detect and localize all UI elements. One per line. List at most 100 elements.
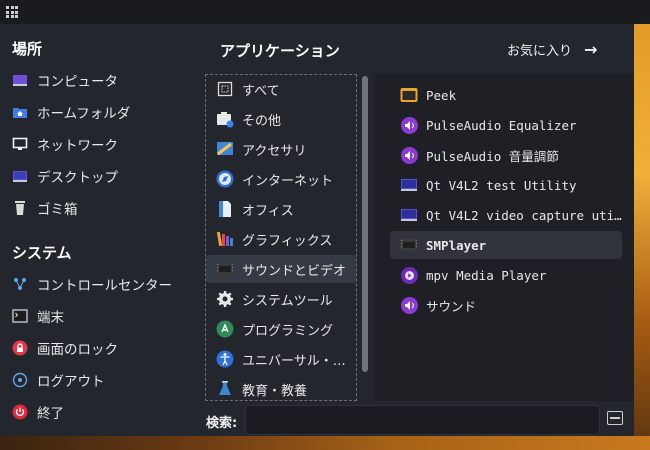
- app-menu-grid-icon[interactable]: [6, 6, 18, 18]
- system-item-label: 端末: [37, 310, 64, 326]
- system-item-terminal[interactable]: 端末: [12, 302, 192, 330]
- speaker-icon: [400, 146, 418, 164]
- app-item-smplayer[interactable]: SMPlayer: [390, 231, 622, 259]
- category-system-tools[interactable]: システムツール: [206, 285, 356, 313]
- place-item-label: ゴミ箱: [37, 202, 78, 218]
- category-universal-access[interactable]: ユニバーサル・…: [206, 345, 356, 373]
- place-item-desktop[interactable]: デスクトップ: [12, 162, 192, 190]
- category-label: すべて: [242, 83, 280, 99]
- system-item-label: コントロールセンター: [37, 278, 172, 294]
- all-icon: [216, 80, 234, 98]
- system-item-label: 終了: [37, 406, 64, 422]
- wallpaper-bottom-edge: [0, 436, 650, 450]
- category-label: グラフィックス: [242, 233, 333, 249]
- education-icon: [216, 380, 234, 398]
- terminal-icon: [12, 308, 28, 324]
- category-education[interactable]: 教育・教養: [206, 375, 356, 400]
- category-label: ユニバーサル・…: [242, 353, 346, 369]
- lock-icon: [12, 340, 28, 356]
- search-input[interactable]: [245, 405, 600, 435]
- app-item-pulseaudio-equalizer[interactable]: PulseAudio Equalizer: [390, 111, 622, 139]
- application-menu: 場所 コンピュータ ホームフォルダ ネットワーク デスクトップ ゴミ箱 システム: [0, 24, 634, 436]
- favorites-label: お気に入り: [507, 43, 573, 59]
- category-label: その他: [242, 113, 282, 129]
- accessibility-icon: [216, 350, 234, 368]
- system-title: システム: [12, 244, 72, 262]
- trash-icon: [12, 200, 28, 216]
- category-programming[interactable]: プログラミング: [206, 315, 356, 343]
- office-icon: [216, 200, 234, 218]
- system-item-shutdown[interactable]: 終了: [12, 398, 192, 426]
- programming-icon: [216, 320, 234, 338]
- accessories-icon: [216, 140, 234, 158]
- system-item-control-center[interactable]: コントロールセンター: [12, 270, 192, 298]
- favorites-button[interactable]: お気に入り →: [507, 39, 597, 59]
- app-item-pulseaudio-volume[interactable]: PulseAudio 音量調節: [390, 141, 622, 169]
- app-item-peek[interactable]: Peek: [390, 81, 622, 109]
- system-item-label: ログアウト: [37, 374, 105, 390]
- category-label: アクセサリ: [242, 143, 307, 159]
- monitor-icon: [400, 176, 418, 194]
- app-item-qt-v4l2-test[interactable]: Qt V4L2 test Utility: [390, 171, 622, 199]
- desktop-icon: [12, 168, 28, 184]
- category-label: システムツール: [242, 293, 333, 309]
- home-folder-icon: [12, 104, 28, 120]
- place-item-label: ネットワーク: [37, 138, 118, 154]
- top-panel: [0, 0, 650, 24]
- place-item-label: ホームフォルダ: [37, 106, 131, 122]
- category-other[interactable]: その他: [206, 105, 356, 133]
- film-icon: [400, 236, 418, 254]
- applications-title: アプリケーション: [220, 42, 340, 60]
- app-item-mpv[interactable]: mpv Media Player: [390, 261, 622, 289]
- app-item-label: mpv Media Player: [426, 267, 547, 283]
- category-graphics[interactable]: グラフィックス: [206, 225, 356, 253]
- app-item-label: Peek: [426, 87, 457, 103]
- app-item-label: PulseAudio 音量調節: [426, 148, 559, 164]
- app-item-qt-v4l2-capture[interactable]: Qt V4L2 video capture uti…: [390, 201, 622, 229]
- power-icon: [12, 404, 28, 420]
- graphics-icon: [216, 230, 234, 248]
- place-item-home[interactable]: ホームフォルダ: [12, 98, 192, 126]
- app-item-sound[interactable]: サウンド: [390, 291, 622, 319]
- speaker-icon: [400, 116, 418, 134]
- place-item-computer[interactable]: コンピュータ: [12, 66, 192, 94]
- category-label: サウンドとビデオ: [242, 263, 347, 279]
- system-item-lock-screen[interactable]: 画面のロック: [12, 334, 192, 362]
- category-all[interactable]: すべて: [206, 75, 356, 103]
- category-label: 教育・教養: [242, 383, 308, 399]
- computer-icon: [12, 72, 28, 88]
- category-label: オフィス: [242, 203, 294, 219]
- place-item-network[interactable]: ネットワーク: [12, 130, 192, 158]
- place-item-trash[interactable]: ゴミ箱: [12, 194, 192, 222]
- network-icon: [12, 136, 28, 152]
- app-item-label: SMPlayer: [426, 237, 487, 253]
- speaker-icon: [400, 296, 418, 314]
- control-center-icon: [12, 276, 28, 292]
- peek-icon: [400, 86, 418, 104]
- places-title: 場所: [12, 40, 43, 58]
- category-accessories[interactable]: アクセサリ: [206, 135, 356, 163]
- keyboard-icon[interactable]: [607, 411, 623, 425]
- app-item-label: PulseAudio Equalizer: [426, 117, 577, 133]
- category-list: すべて その他 アクセサリ インターネット オフィス グラフィックス サウンドと…: [205, 74, 357, 401]
- place-item-label: デスクトップ: [37, 170, 118, 186]
- system-item-logout[interactable]: ログアウト: [12, 366, 192, 394]
- system-item-label: 画面のロック: [37, 342, 118, 358]
- app-item-label: Qt V4L2 video capture uti…: [426, 207, 622, 223]
- category-scrollbar[interactable]: [362, 76, 368, 372]
- place-item-label: コンピュータ: [37, 74, 118, 90]
- category-office[interactable]: オフィス: [206, 195, 356, 223]
- category-sound-video[interactable]: サウンドとビデオ: [206, 255, 356, 283]
- search-label: 検索:: [206, 416, 238, 431]
- arrow-right-icon: →: [584, 39, 598, 59]
- category-label: インターネット: [242, 173, 334, 189]
- category-label: プログラミング: [242, 323, 334, 339]
- sound-video-icon: [216, 260, 234, 278]
- wallpaper-right-edge: [634, 24, 650, 450]
- category-internet[interactable]: インターネット: [206, 165, 356, 193]
- play-icon: [400, 266, 418, 284]
- monitor-icon: [400, 206, 418, 224]
- internet-icon: [216, 170, 234, 188]
- logout-icon: [12, 372, 28, 388]
- system-tools-icon: [216, 290, 234, 308]
